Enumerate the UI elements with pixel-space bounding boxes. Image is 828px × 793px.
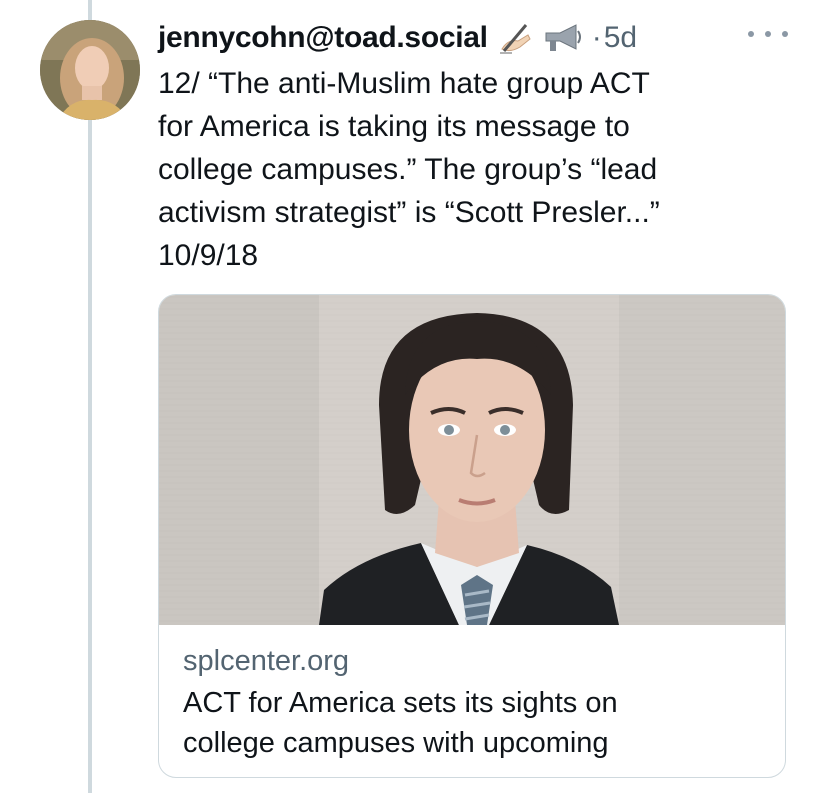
megaphone-icon — [542, 21, 586, 55]
card-title[interactable]: ACT for America sets its sights on colle… — [183, 683, 763, 763]
avatar[interactable] — [40, 20, 140, 120]
tweet-text: 12/ “The anti-Muslim hate group ACT for … — [158, 67, 660, 272]
card-image — [159, 295, 785, 625]
card-meta: splcenter.org ACT for America sets its s… — [183, 641, 763, 763]
tweet-header: jennycohn@toad.social · 5d — [158, 16, 637, 60]
card-domain: splcenter.org — [183, 645, 350, 677]
link-card[interactable]: splcenter.org ACT for America sets its s… — [158, 294, 786, 778]
author-name[interactable]: jennycohn@toad.social — [158, 21, 488, 55]
timestamp[interactable]: 5d — [604, 21, 637, 55]
more-options-icon[interactable] — [748, 22, 788, 46]
avatar-photo — [40, 20, 140, 120]
time-separator: · — [591, 21, 602, 54]
writing-hand-icon — [498, 21, 532, 55]
